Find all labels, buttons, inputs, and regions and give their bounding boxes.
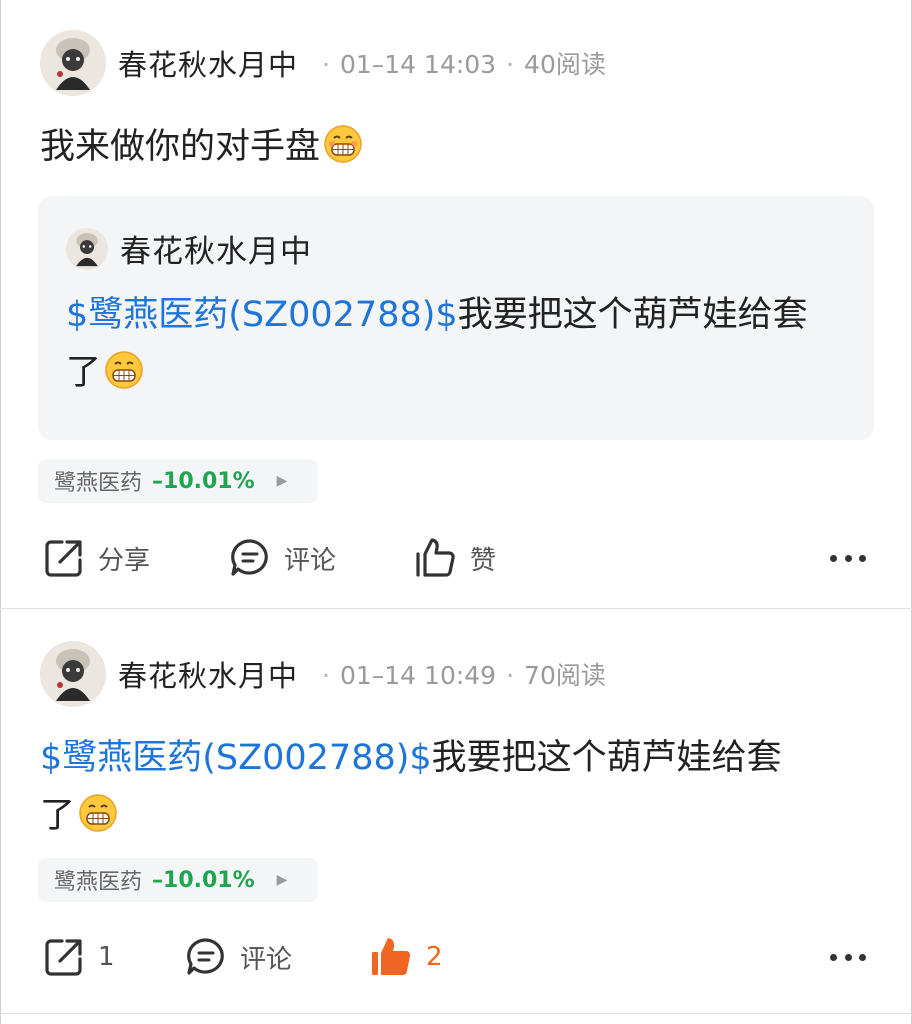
- post-meta: · 01–14 10:49 · 70阅读: [322, 661, 606, 690]
- share-button[interactable]: 1: [42, 927, 115, 987]
- post-header: 春花秋水月中 · 01–14 10:49 · 70阅读: [40, 641, 606, 707]
- avatar[interactable]: [40, 641, 106, 707]
- comment-icon: [231, 539, 268, 576]
- post-text-line1: 我要把这个葫芦娃给套: [431, 738, 782, 778]
- like-button[interactable]: 2: [370, 927, 443, 987]
- share-icon: [45, 540, 82, 577]
- stock-tag[interactable]: 鹭燕医药 –10.01% ▶: [38, 459, 318, 503]
- comment-label: 评论: [240, 944, 293, 975]
- more-options-icon[interactable]: [830, 939, 866, 975]
- post-meta: · 01–14 14:03 · 40阅读: [322, 50, 606, 79]
- quoted-header: 春花秋水月中: [66, 226, 312, 271]
- thumbs-up-filled-icon: [372, 938, 411, 975]
- stock-change: –10.01%: [152, 867, 255, 893]
- caret-right-icon: ▶: [276, 872, 288, 888]
- action-bar: 分享 评论 赞: [0, 528, 912, 588]
- stock-tag[interactable]: 鹭燕医药 –10.01% ▶: [38, 858, 318, 902]
- like-button[interactable]: 赞: [414, 528, 496, 588]
- caret-right-icon: ▶: [276, 473, 288, 489]
- stock-link[interactable]: $鹭燕医药(SZ002788)$: [40, 738, 432, 778]
- read-count: 40阅读: [524, 50, 606, 79]
- post-text: 我来做你的对手盘: [40, 118, 870, 176]
- stock-change: –10.01%: [152, 468, 255, 494]
- post-text-body: 我来做你的对手盘: [40, 127, 321, 167]
- more-options-icon[interactable]: [830, 540, 866, 576]
- post-card[interactable]: 春花秋水月中 · 01–14 14:03 · 40阅读 我来做你的对手盘 春花秋水月中…: [0, 0, 912, 608]
- read-count: 70阅读: [524, 661, 606, 690]
- grinning-teeth-emoji-icon: [105, 351, 143, 389]
- post-date: 01–14 14:03: [339, 50, 497, 79]
- post-divider: [0, 1013, 912, 1014]
- quoted-text-line2: 了: [66, 353, 102, 393]
- author-name[interactable]: 春花秋水月中: [118, 653, 298, 695]
- post-card[interactable]: 春花秋水月中 · 01–14 10:49 · 70阅读 $鹭燕医药(SZ002788)…: [0, 609, 912, 1014]
- grinning-teeth-emoji-icon: [324, 125, 362, 163]
- thumbs-up-icon: [416, 538, 455, 577]
- stock-name: 鹭燕医药: [54, 870, 143, 895]
- post-text: $鹭燕医药(SZ002788)$我要把这个葫芦娃给套了: [40, 729, 880, 845]
- stock-link[interactable]: $鹭燕医药(SZ002788)$: [66, 295, 458, 335]
- post-header: 春花秋水月中 · 01–14 14:03 · 40阅读: [40, 30, 606, 96]
- share-button[interactable]: 分享: [42, 528, 150, 588]
- post-date: 01–14 10:49: [339, 661, 497, 690]
- comment-icon: [187, 938, 224, 975]
- like-count: 2: [426, 942, 443, 972]
- grinning-teeth-emoji-icon: [79, 794, 117, 832]
- author-name[interactable]: 春花秋水月中: [118, 42, 298, 84]
- stock-name: 鹭燕医药: [54, 471, 143, 496]
- share-icon: [45, 939, 82, 976]
- quoted-author-name[interactable]: 春花秋水月中: [120, 226, 312, 271]
- quoted-post[interactable]: 春花秋水月中 $鹭燕医药(SZ002788)$我要把这个葫芦娃给套了: [38, 196, 874, 440]
- avatar[interactable]: [40, 30, 106, 96]
- share-count: 1: [98, 942, 115, 972]
- like-label: 赞: [470, 545, 497, 576]
- comment-button[interactable]: 评论: [228, 528, 336, 588]
- comment-button[interactable]: 评论: [184, 927, 292, 987]
- comment-label: 评论: [284, 545, 337, 576]
- quoted-text-line1: 我要把这个葫芦娃给套: [457, 295, 808, 335]
- action-bar: 1 评论 2: [0, 927, 912, 987]
- quoted-avatar: [66, 227, 108, 270]
- post-text-line2: 了: [40, 796, 76, 836]
- share-label: 分享: [98, 545, 151, 576]
- quoted-text: $鹭燕医药(SZ002788)$我要把这个葫芦娃给套了: [66, 286, 856, 402]
